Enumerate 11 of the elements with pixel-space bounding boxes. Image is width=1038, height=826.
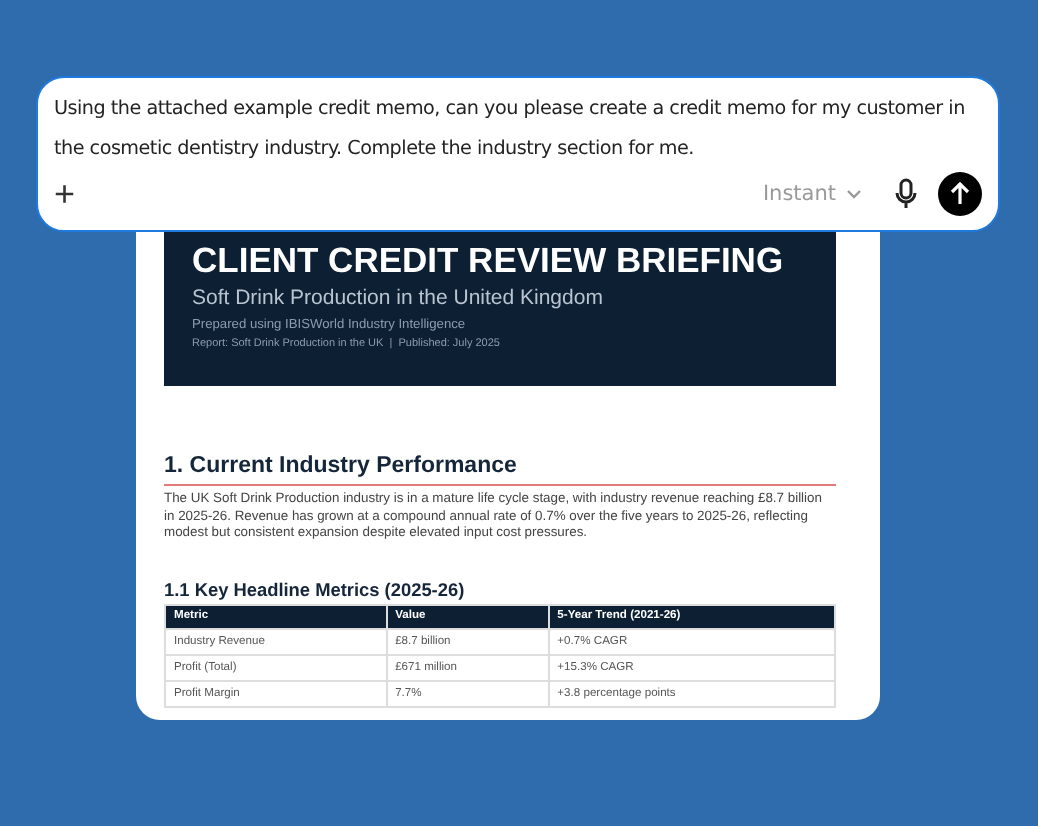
chevron-down-icon bbox=[846, 188, 862, 200]
section-heading: 1. Current Industry Performance bbox=[164, 454, 836, 486]
prompt-text: Using the attached example credit memo, can you please create a credit memo for my customer in the cosmetic dentistry industry. Complete the industry section for me. bbox=[54, 96, 967, 164]
document-title: CLIENT CREDIT REVIEW BRIEFING bbox=[192, 240, 786, 280]
document-subtitle: Soft Drink Production in the United Kingdom bbox=[192, 286, 605, 310]
prompt-box[interactable]: Using the attached example credit memo, can you please create a credit memo for my customer in the cosmetic dentistry industry. Complete the industry section for me. + Instant bbox=[36, 76, 1000, 232]
arrow-up-icon bbox=[950, 182, 970, 206]
send-button[interactable] bbox=[938, 172, 982, 216]
subsection-heading: 1.1 Key Headline Metrics (2025-26) bbox=[164, 579, 467, 599]
microphone-icon[interactable] bbox=[894, 178, 918, 210]
add-button[interactable]: + bbox=[54, 176, 76, 212]
